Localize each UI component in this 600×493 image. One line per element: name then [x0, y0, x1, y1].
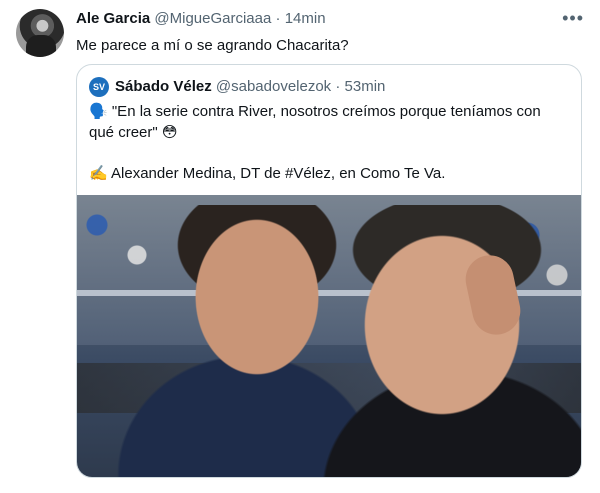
tweet-text: Me parece a mí o se agrando Chacarita? [76, 37, 349, 54]
author-handle[interactable]: @MigueGarciaaa [154, 10, 271, 27]
quoted-line-1: 🗣️ "En la serie contra River, nosotros c… [89, 101, 569, 143]
quoted-handle[interactable]: @sabadovelezok [216, 78, 331, 96]
tweet-time[interactable]: 14min [285, 10, 326, 27]
quoted-separator: · [335, 78, 341, 95]
quoted-time[interactable]: 53min [345, 78, 386, 96]
header-separator: · [275, 10, 281, 27]
quoted-line-2-text: Alexander Medina, DT de #Vélez, en Como … [111, 165, 446, 182]
quoted-line-1-text: "En la serie contra River, nosotros creí… [89, 103, 541, 141]
writing-hand-icon: ✍️ [89, 164, 108, 182]
quoted-text: 🗣️ "En la serie contra River, nosotros c… [89, 101, 569, 184]
flushed-face-icon: 😳 [161, 123, 178, 141]
quoted-author-name[interactable]: Sábado Vélez [115, 78, 212, 96]
quoted-tweet[interactable]: SV Sábado Vélez @sabadovelezok · 53min 🗣… [76, 64, 582, 478]
tweet[interactable]: Ale Garcia @MigueGarciaaa · 14min ••• Me… [0, 0, 600, 493]
quoted-header: SV Sábado Vélez @sabadovelezok · 53min [89, 77, 385, 97]
photo-person-right [322, 205, 581, 477]
more-horizontal-icon[interactable]: ••• [562, 8, 584, 29]
author-name[interactable]: Ale Garcia [76, 10, 150, 27]
quoted-line-2: ✍️ Alexander Medina, DT de #Vélez, en Co… [89, 163, 569, 184]
tweet-header: Ale Garcia @MigueGarciaaa · 14min [76, 10, 326, 28]
quoted-photo[interactable] [77, 195, 581, 477]
speaking-head-icon: 🗣️ [89, 102, 108, 120]
quoted-avatar[interactable]: SV [89, 77, 109, 97]
author-avatar[interactable] [16, 9, 64, 57]
